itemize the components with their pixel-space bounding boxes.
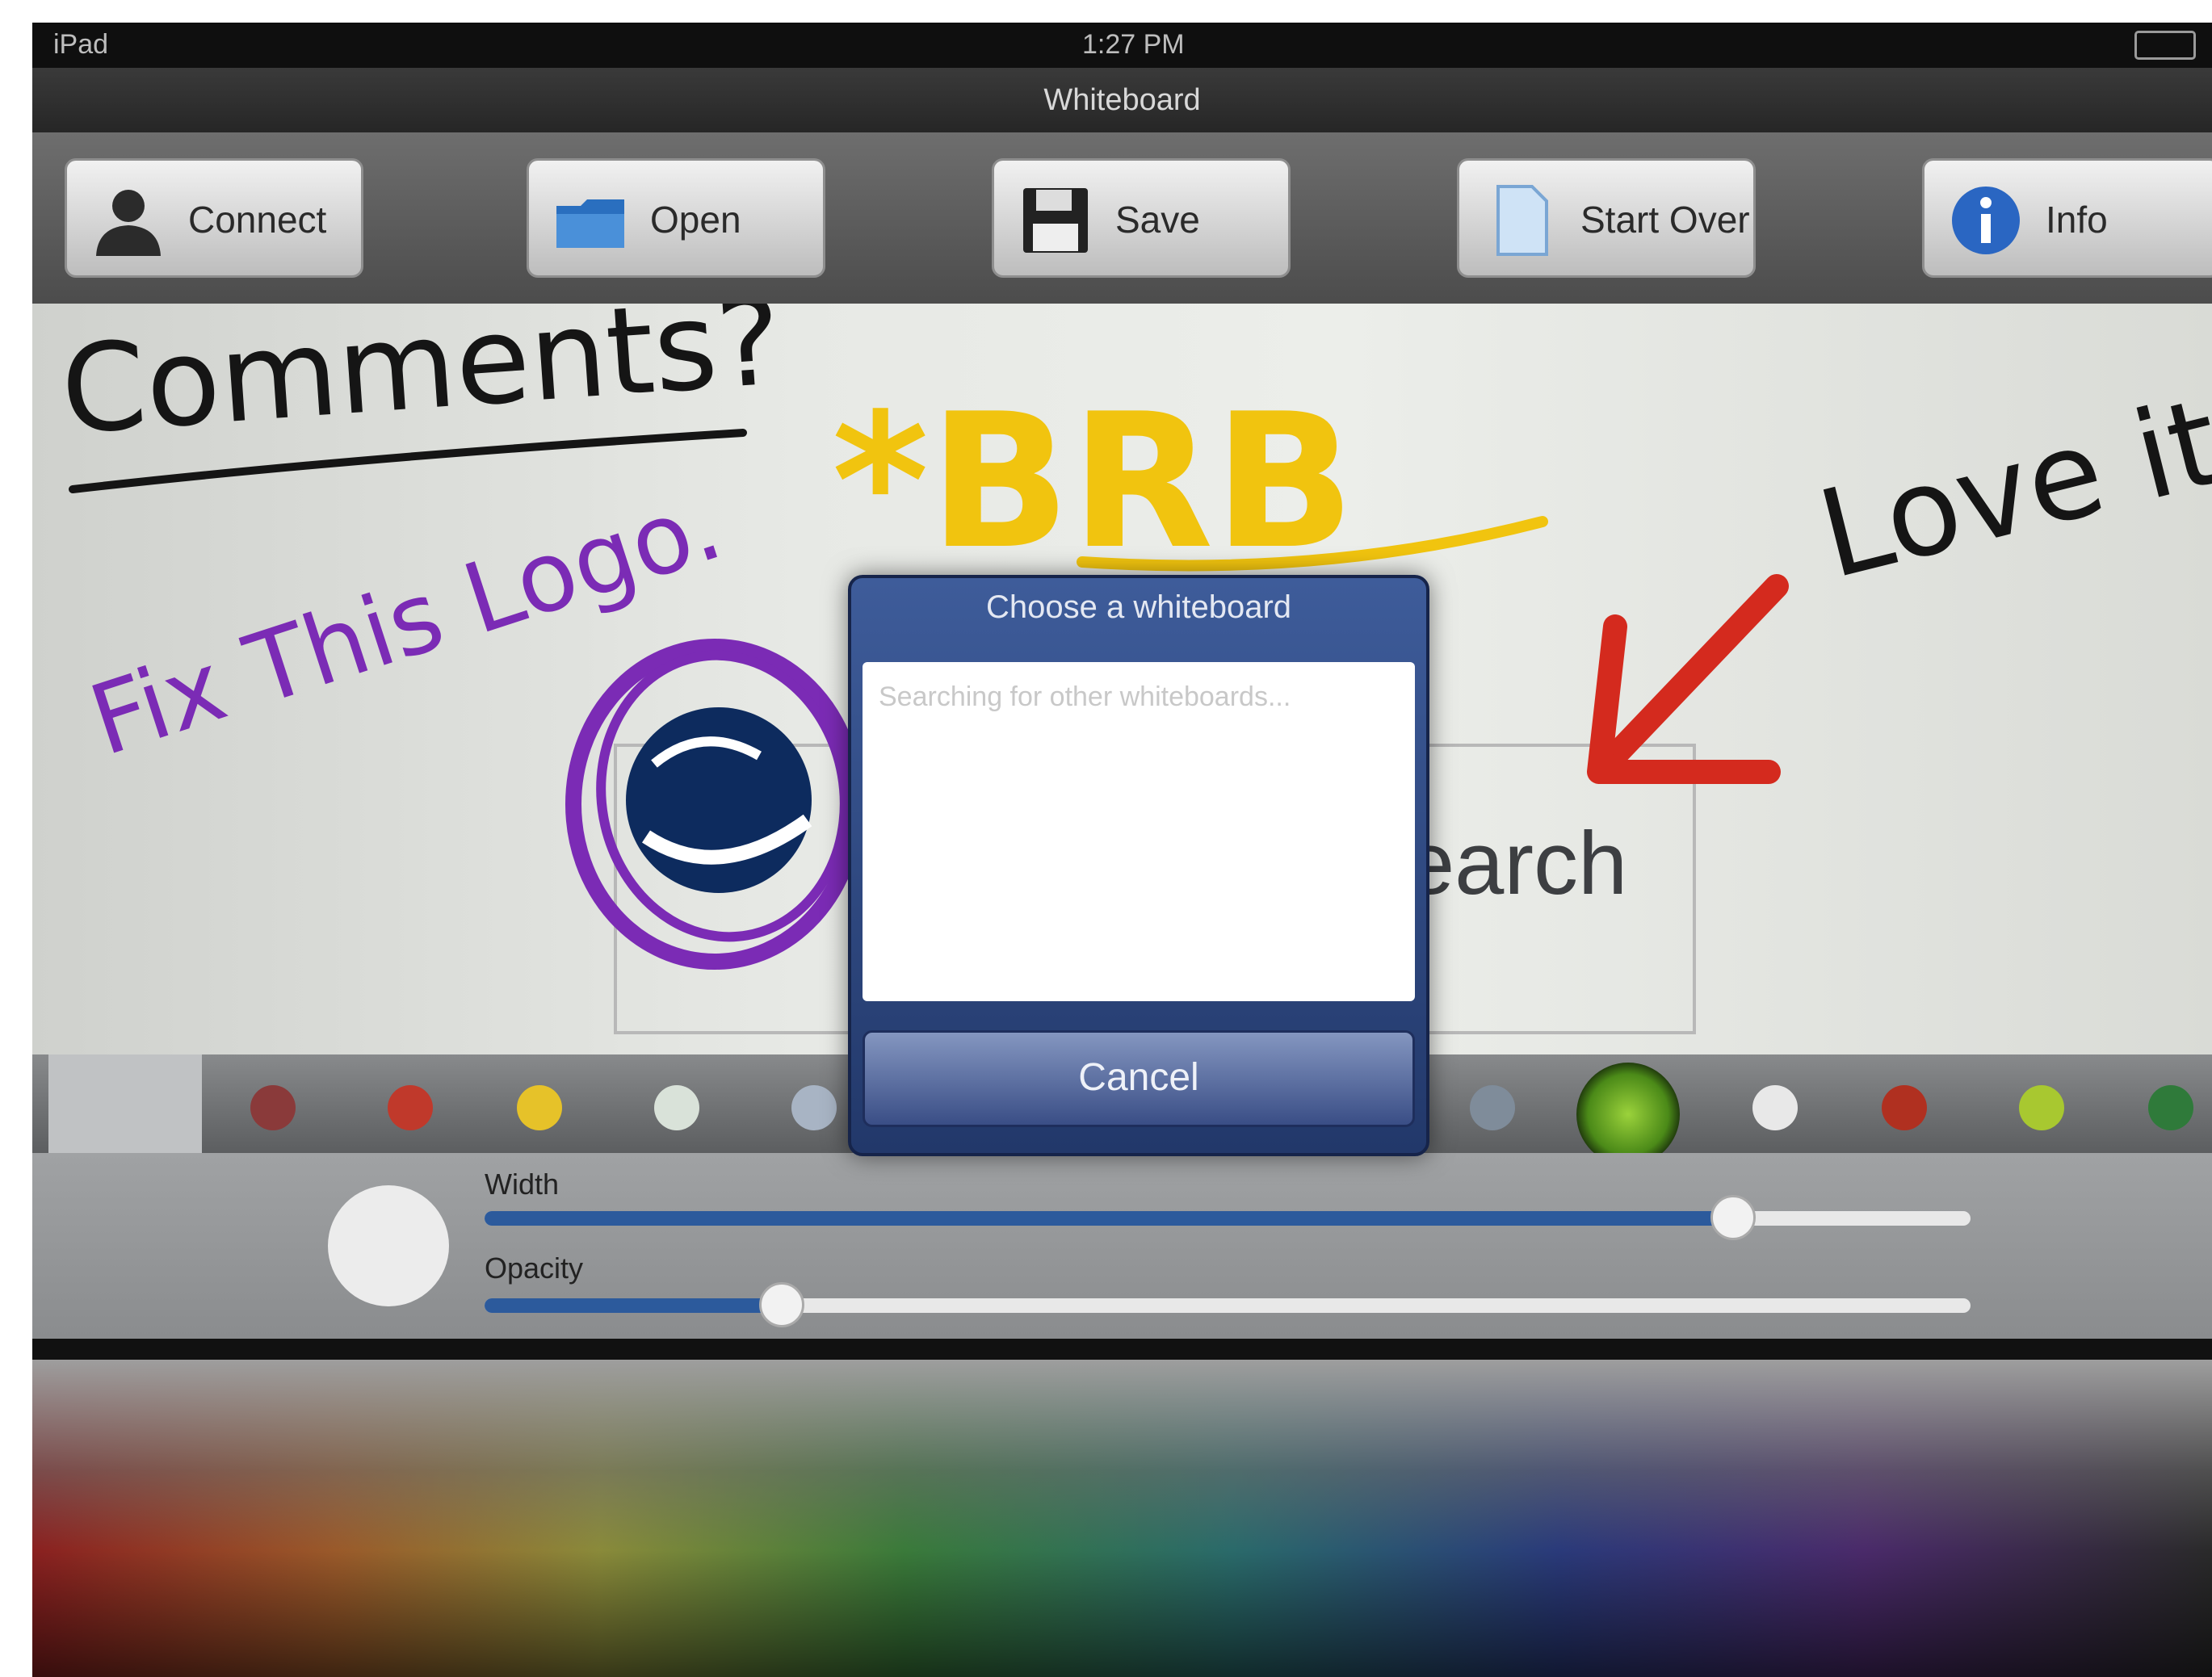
status-clock: 1:27 PM <box>1082 29 1185 60</box>
info-label: Info <box>2046 199 2108 241</box>
info-button[interactable]: Info <box>1922 158 2212 278</box>
floppy-disk-icon <box>1023 188 1088 253</box>
width-slider[interactable] <box>485 1195 1971 1240</box>
color-swatch[interactable] <box>1470 1085 1515 1130</box>
color-swatch[interactable] <box>250 1085 296 1130</box>
color-spectrum-picker[interactable] <box>32 1360 2212 1677</box>
save-label: Save <box>1115 199 1200 241</box>
start-over-button[interactable]: Start Over <box>1457 158 1756 278</box>
battery-icon <box>2134 31 2196 60</box>
color-swatch[interactable] <box>517 1085 562 1130</box>
company-logo <box>626 707 812 893</box>
open-button[interactable]: Open <box>527 158 825 278</box>
width-slider-fill <box>485 1211 1733 1226</box>
searching-status: Searching for other whiteboards... <box>879 681 1291 712</box>
color-swatch[interactable] <box>388 1085 433 1130</box>
connect-button[interactable]: Connect <box>65 158 363 278</box>
handwriting-love-it: Love it. <box>1807 363 2212 606</box>
info-icon <box>1952 187 2020 254</box>
open-label: Open <box>650 199 741 241</box>
opacity-slider[interactable] <box>485 1282 1971 1327</box>
save-button[interactable]: Save <box>992 158 1291 278</box>
app-title: Whiteboard <box>1043 83 1201 117</box>
panel-divider <box>32 1339 2212 1360</box>
color-swatch[interactable] <box>654 1085 699 1130</box>
opacity-slider-thumb[interactable] <box>759 1282 804 1327</box>
choose-whiteboard-dialog: Choose a whiteboard Searching for other … <box>848 575 1429 1156</box>
color-swatch[interactable] <box>791 1085 837 1130</box>
color-swatch[interactable] <box>1882 1085 1927 1130</box>
ipad-screen: iPad 1:27 PM Whiteboard Connect Open Sav… <box>32 23 2212 1677</box>
red-arrow-shaft <box>1595 574 1789 776</box>
new-page-icon <box>1496 185 1548 256</box>
whiteboard-list[interactable]: Searching for other whiteboards... <box>863 662 1415 1001</box>
width-slider-thumb[interactable] <box>1710 1195 1756 1240</box>
cancel-button[interactable]: Cancel <box>863 1030 1415 1127</box>
color-swatch[interactable] <box>2019 1085 2064 1130</box>
opacity-slider-fill <box>485 1298 782 1313</box>
toolbar: Connect Open Save Start Over Info <box>32 132 2212 304</box>
start-over-label: Start Over <box>1580 199 1750 241</box>
app-title-bar: Whiteboard <box>32 68 2212 132</box>
pen-tool-tab[interactable] <box>48 1054 202 1153</box>
dialog-title: Choose a whiteboard <box>985 589 1292 625</box>
spectrum-shading <box>32 1360 2212 1677</box>
active-color-swatch[interactable] <box>1576 1063 1680 1166</box>
folder-icon <box>556 199 624 248</box>
brush-preview <box>328 1185 449 1306</box>
person-icon <box>96 190 161 256</box>
color-swatch[interactable] <box>1752 1085 1798 1130</box>
opacity-label: Opacity <box>485 1251 584 1285</box>
carrier-label: iPad <box>53 29 109 60</box>
status-bar: iPad 1:27 PM <box>32 23 2212 68</box>
brush-controls: Width Opacity <box>32 1153 2212 1339</box>
connect-label: Connect <box>188 199 327 241</box>
handwriting-fix-logo: Fix This Logo. <box>78 469 734 778</box>
width-label: Width <box>485 1168 560 1201</box>
color-swatch[interactable] <box>2148 1085 2193 1130</box>
